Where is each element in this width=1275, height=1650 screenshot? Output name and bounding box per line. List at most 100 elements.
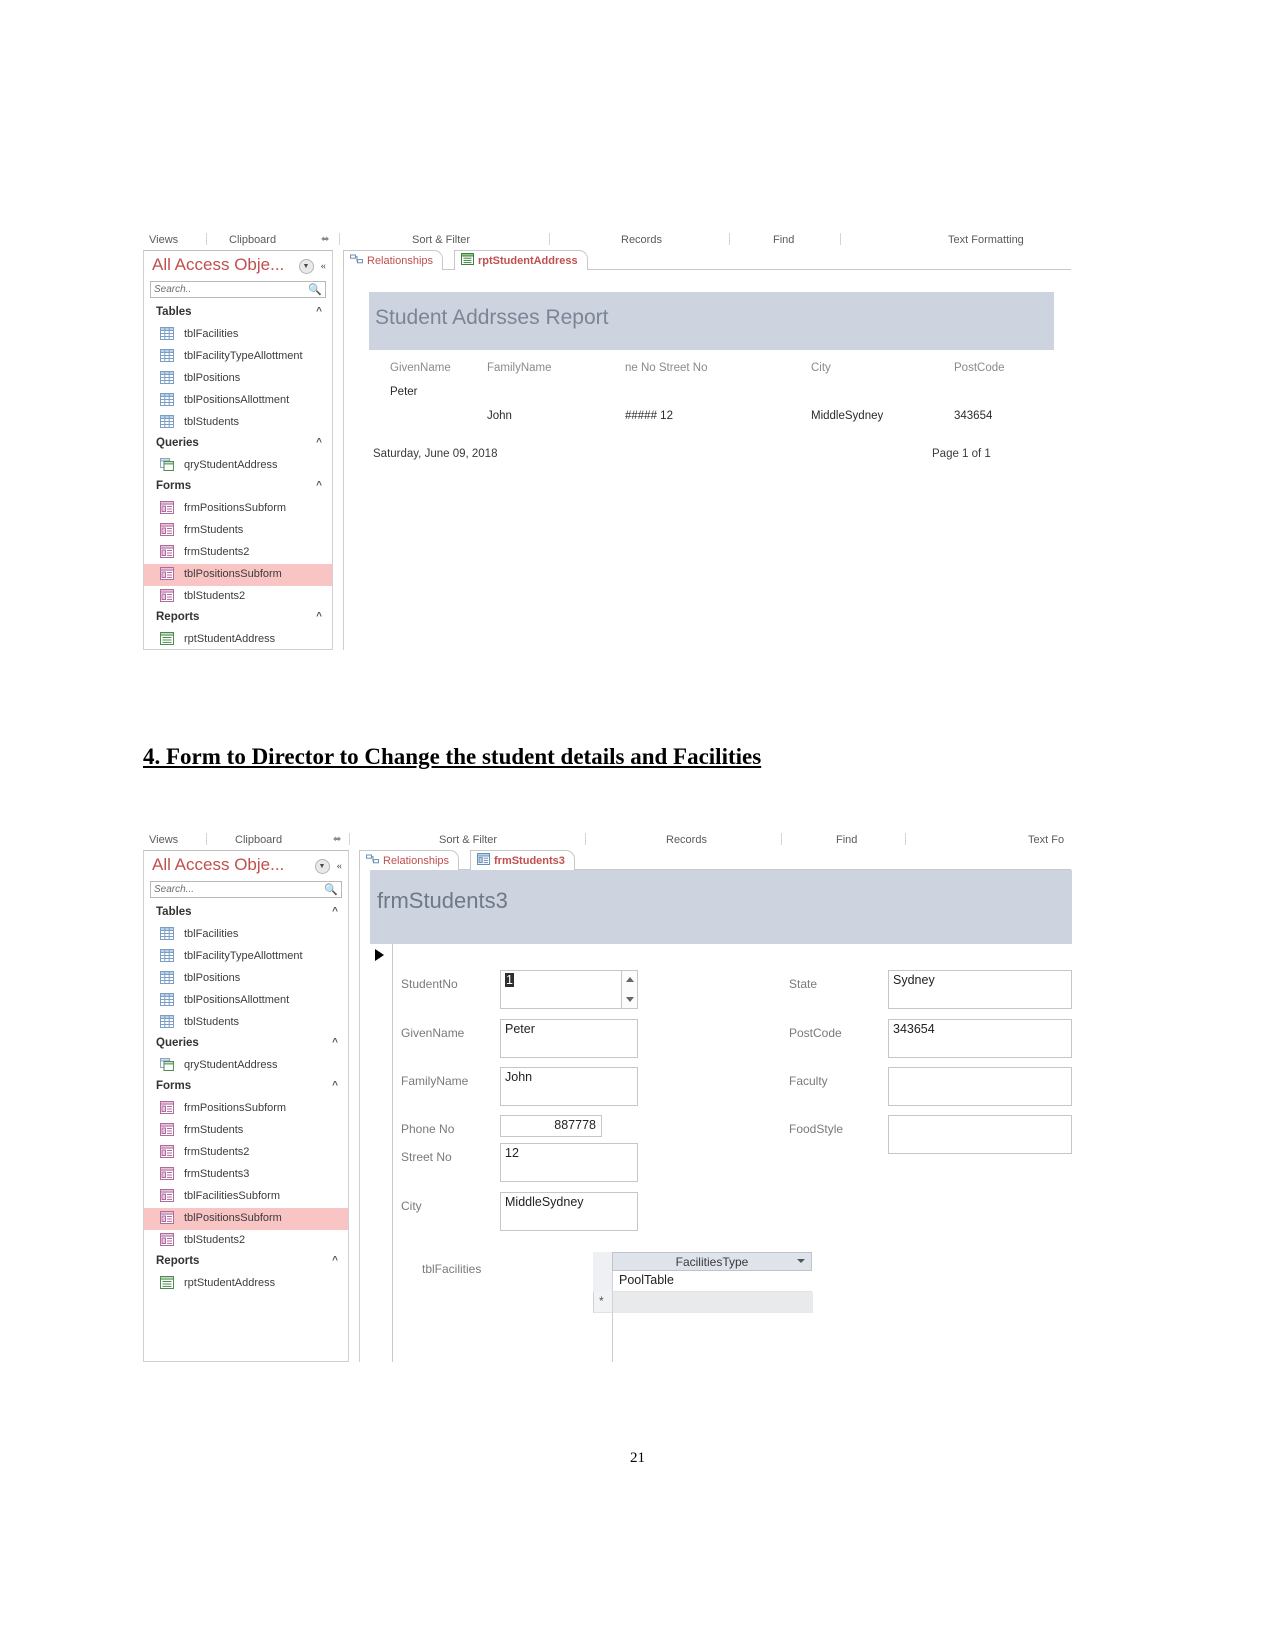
nav-item-label: tblPositions <box>184 372 241 384</box>
datasheet-empty-area <box>593 1313 613 1362</box>
collapse-group-icon[interactable]: ^ <box>316 306 322 317</box>
nav-item-frmstudents2[interactable]: frmStudents2 <box>144 542 332 564</box>
nav-item-tblfacilitytypeallottment[interactable]: tblFacilityTypeAllottment <box>144 946 348 968</box>
nav-group-reports[interactable]: Reports ^ <box>144 1252 348 1273</box>
collapse-group-icon[interactable]: ^ <box>332 1080 338 1091</box>
ribbon-group-sort-filter[interactable]: Sort & Filter <box>439 834 497 846</box>
nav-item-tblfacilities[interactable]: tblFacilities <box>144 324 332 346</box>
input-street-no[interactable]: 12 <box>500 1143 638 1182</box>
chevron-down-icon[interactable] <box>797 1259 805 1263</box>
nav-item-tblfacilities[interactable]: tblFacilities <box>144 924 348 946</box>
spinner-down-icon[interactable] <box>626 997 634 1002</box>
tab-relationships[interactable]: Relationships <box>343 250 444 270</box>
input-state[interactable]: Sydney <box>888 970 1072 1009</box>
nav-item-tblfacilitytypeallottment[interactable]: tblFacilityTypeAllottment <box>144 346 332 368</box>
nav-item-qrystudentaddress[interactable]: qryStudentAddress <box>144 455 332 477</box>
datasheet-new-row-cell[interactable] <box>612 1292 813 1313</box>
form-icon <box>160 1167 174 1180</box>
nav-search-box[interactable]: Search.. 🔍 <box>150 281 326 298</box>
nav-item-frmstudents[interactable]: frmStudents <box>144 520 332 542</box>
query-icon <box>160 458 174 471</box>
nav-item-frmpositionssubform[interactable]: frmPositionsSubform <box>144 498 332 520</box>
nav-item-tblstudents[interactable]: tblStudents <box>144 412 332 434</box>
tab-frmstudents3[interactable]: frmStudents3 <box>470 850 575 870</box>
input-faculty[interactable] <box>888 1067 1072 1106</box>
ribbon-group-records[interactable]: Records <box>621 234 662 246</box>
nav-search-box[interactable]: Search... 🔍 <box>150 881 342 898</box>
nav-item-tblstudents[interactable]: tblStudents <box>144 1012 348 1034</box>
nav-group-forms[interactable]: Forms ^ <box>144 1077 348 1098</box>
chevron-down-icon[interactable]: ▼ <box>314 859 330 874</box>
nav-group-tables[interactable]: Tables ^ <box>144 903 348 924</box>
datasheet-column-header-facilitiestype[interactable]: FacilitiesType <box>612 1252 812 1271</box>
collapse-group-icon[interactable]: ^ <box>332 906 338 917</box>
nav-item-frmpositionssubform[interactable]: frmPositionsSubform <box>144 1098 348 1120</box>
tab-rptstudentaddress[interactable]: rptStudentAddress <box>454 250 588 270</box>
collapse-group-icon[interactable]: ^ <box>316 437 322 448</box>
nav-group-queries[interactable]: Queries ^ <box>144 1034 348 1055</box>
ribbon-group-views[interactable]: Views <box>149 234 178 246</box>
column-header-label: FacilitiesType <box>675 1255 749 1269</box>
nav-item-tblstudents2[interactable]: tblStudents2 <box>144 586 332 608</box>
chevron-down-icon[interactable]: ▼ <box>298 259 314 274</box>
spinner-up-icon[interactable] <box>626 977 634 982</box>
record-selector[interactable] <box>370 944 393 1362</box>
nav-item-rptstudentaddress[interactable]: rptStudentAddress <box>144 1273 348 1295</box>
ribbon-group-views[interactable]: Views <box>149 834 178 846</box>
nav-item-label: rptStudentAddress <box>184 1277 276 1289</box>
input-postcode[interactable]: 343654 <box>888 1019 1072 1058</box>
nav-item-tblpositionssubform-selected[interactable]: tblPositionsSubform <box>144 564 332 586</box>
input-familyname[interactable]: John <box>500 1067 638 1106</box>
nav-item-frmstudents[interactable]: frmStudents <box>144 1120 348 1142</box>
ribbon-group-clipboard[interactable]: Clipboard <box>235 834 282 846</box>
search-icon[interactable]: 🔍 <box>308 283 322 296</box>
ribbon-group-text-formatting[interactable]: Text Fo <box>1028 834 1064 846</box>
input-city[interactable]: MiddleSydney <box>500 1192 638 1231</box>
nav-item-frmstudents2[interactable]: frmStudents2 <box>144 1142 348 1164</box>
nav-item-tblpositionsallottment[interactable]: tblPositionsAllottment <box>144 990 348 1012</box>
ribbon-group-sort-filter[interactable]: Sort & Filter <box>412 234 470 246</box>
nav-group-queries[interactable]: Queries ^ <box>144 434 332 455</box>
collapse-nav-pane-icon[interactable]: « <box>321 261 327 272</box>
input-givenname[interactable]: Peter <box>500 1019 638 1058</box>
datasheet-row-pooltable[interactable]: PoolTable <box>612 1271 812 1292</box>
collapse-group-icon[interactable]: ^ <box>332 1255 338 1266</box>
form-title: frmStudents3 <box>377 888 508 913</box>
nav-item-rptstudentaddress[interactable]: rptStudentAddress <box>144 629 332 651</box>
ribbon-group-find[interactable]: Find <box>773 234 794 246</box>
table-icon <box>160 393 174 406</box>
nav-item-label: frmPositionsSubform <box>184 502 287 514</box>
nav-item-label: frmStudents3 <box>184 1168 250 1180</box>
clipboard-dialog-launcher-icon[interactable]: ⬌ <box>333 834 341 845</box>
input-phone-no[interactable]: 887778 <box>500 1115 602 1137</box>
nav-item-tblpositionsallottment[interactable]: tblPositionsAllottment <box>144 390 332 412</box>
search-icon[interactable]: 🔍 <box>324 883 338 896</box>
ribbon-group-records[interactable]: Records <box>666 834 707 846</box>
nav-group-reports[interactable]: Reports ^ <box>144 608 332 629</box>
studentno-spinner[interactable] <box>621 971 637 1008</box>
input-studentno[interactable]: 1 <box>500 970 638 1009</box>
ribbon-group-find[interactable]: Find <box>836 834 857 846</box>
ribbon-group-text-formatting[interactable]: Text Formatting <box>948 234 1024 246</box>
table-icon <box>160 327 174 340</box>
query-icon <box>160 1058 174 1071</box>
collapse-group-icon[interactable]: ^ <box>332 1037 338 1048</box>
ribbon-group-clipboard[interactable]: Clipboard <box>229 234 276 246</box>
nav-item-tblpositionssubform-selected[interactable]: tblPositionsSubform <box>144 1208 348 1230</box>
nav-item-tblpositions[interactable]: tblPositions <box>144 968 348 990</box>
nav-group-forms[interactable]: Forms ^ <box>144 477 332 498</box>
nav-item-tblfacilitiessubform[interactable]: tblFacilitiesSubform <box>144 1186 348 1208</box>
collapse-nav-pane-icon[interactable]: « <box>337 861 343 872</box>
nav-item-tblstudents2[interactable]: tblStudents2 <box>144 1230 348 1252</box>
collapse-group-icon[interactable]: ^ <box>316 480 322 491</box>
tab-relationships[interactable]: Relationships <box>359 850 460 870</box>
nav-item-qrystudentaddress[interactable]: qryStudentAddress <box>144 1055 348 1077</box>
nav-item-frmstudents3[interactable]: frmStudents3 <box>144 1164 348 1186</box>
collapse-group-icon[interactable]: ^ <box>316 611 322 622</box>
nav-group-tables[interactable]: Tables ^ <box>144 303 332 324</box>
input-foodstyle[interactable] <box>888 1115 1072 1154</box>
table-icon <box>160 371 174 384</box>
datasheet-cell-value: PoolTable <box>619 1273 674 1287</box>
clipboard-dialog-launcher-icon[interactable]: ⬌ <box>321 234 329 245</box>
nav-item-tblpositions[interactable]: tblPositions <box>144 368 332 390</box>
